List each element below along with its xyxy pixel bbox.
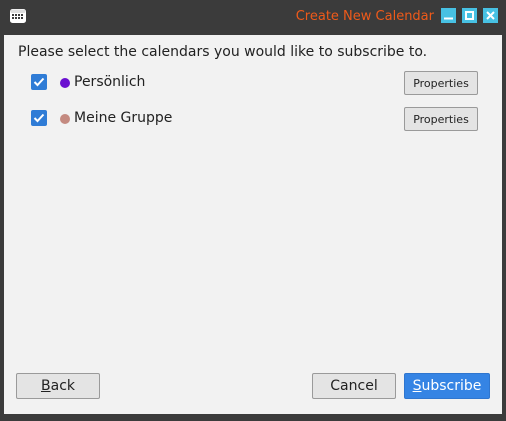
subscribe-prompt: Please select the calendars you would li… [18, 44, 428, 60]
subscribe-button[interactable]: Subscribe [404, 373, 490, 399]
close-icon [486, 11, 495, 20]
dialog-window: Create New Calendar Please select the ca… [0, 0, 506, 421]
maximize-button[interactable] [462, 8, 477, 23]
calendar-color-dot [60, 78, 70, 88]
calendar-row: Meine Gruppe Properties [4, 106, 502, 132]
maximize-icon [465, 11, 474, 20]
minimize-icon [444, 17, 453, 20]
cancel-button[interactable]: Cancel [312, 373, 396, 399]
titlebar: Create New Calendar [0, 0, 506, 33]
close-button[interactable] [483, 8, 498, 23]
back-label: ack [50, 378, 75, 394]
calendar-checkbox[interactable] [31, 110, 47, 126]
back-button[interactable]: Back [16, 373, 100, 399]
subscribe-label: ubscribe [421, 378, 482, 394]
calendar-name: Persönlich [74, 74, 146, 90]
checkmark-icon [33, 113, 45, 123]
back-mnemonic: B [41, 378, 51, 394]
calendar-checkbox[interactable] [31, 74, 47, 90]
subscribe-mnemonic: S [412, 378, 422, 394]
calendar-name: Meine Gruppe [74, 110, 173, 126]
calendar-row: Persönlich Properties [4, 70, 502, 96]
dialog-content: Please select the calendars you would li… [4, 35, 502, 414]
checkmark-icon [33, 77, 45, 87]
calendar-app-icon [10, 9, 26, 23]
calendar-color-dot [60, 114, 70, 124]
properties-button[interactable]: Properties [404, 71, 478, 95]
properties-button[interactable]: Properties [404, 107, 478, 131]
window-title: Create New Calendar [295, 9, 434, 24]
minimize-button[interactable] [441, 8, 456, 23]
